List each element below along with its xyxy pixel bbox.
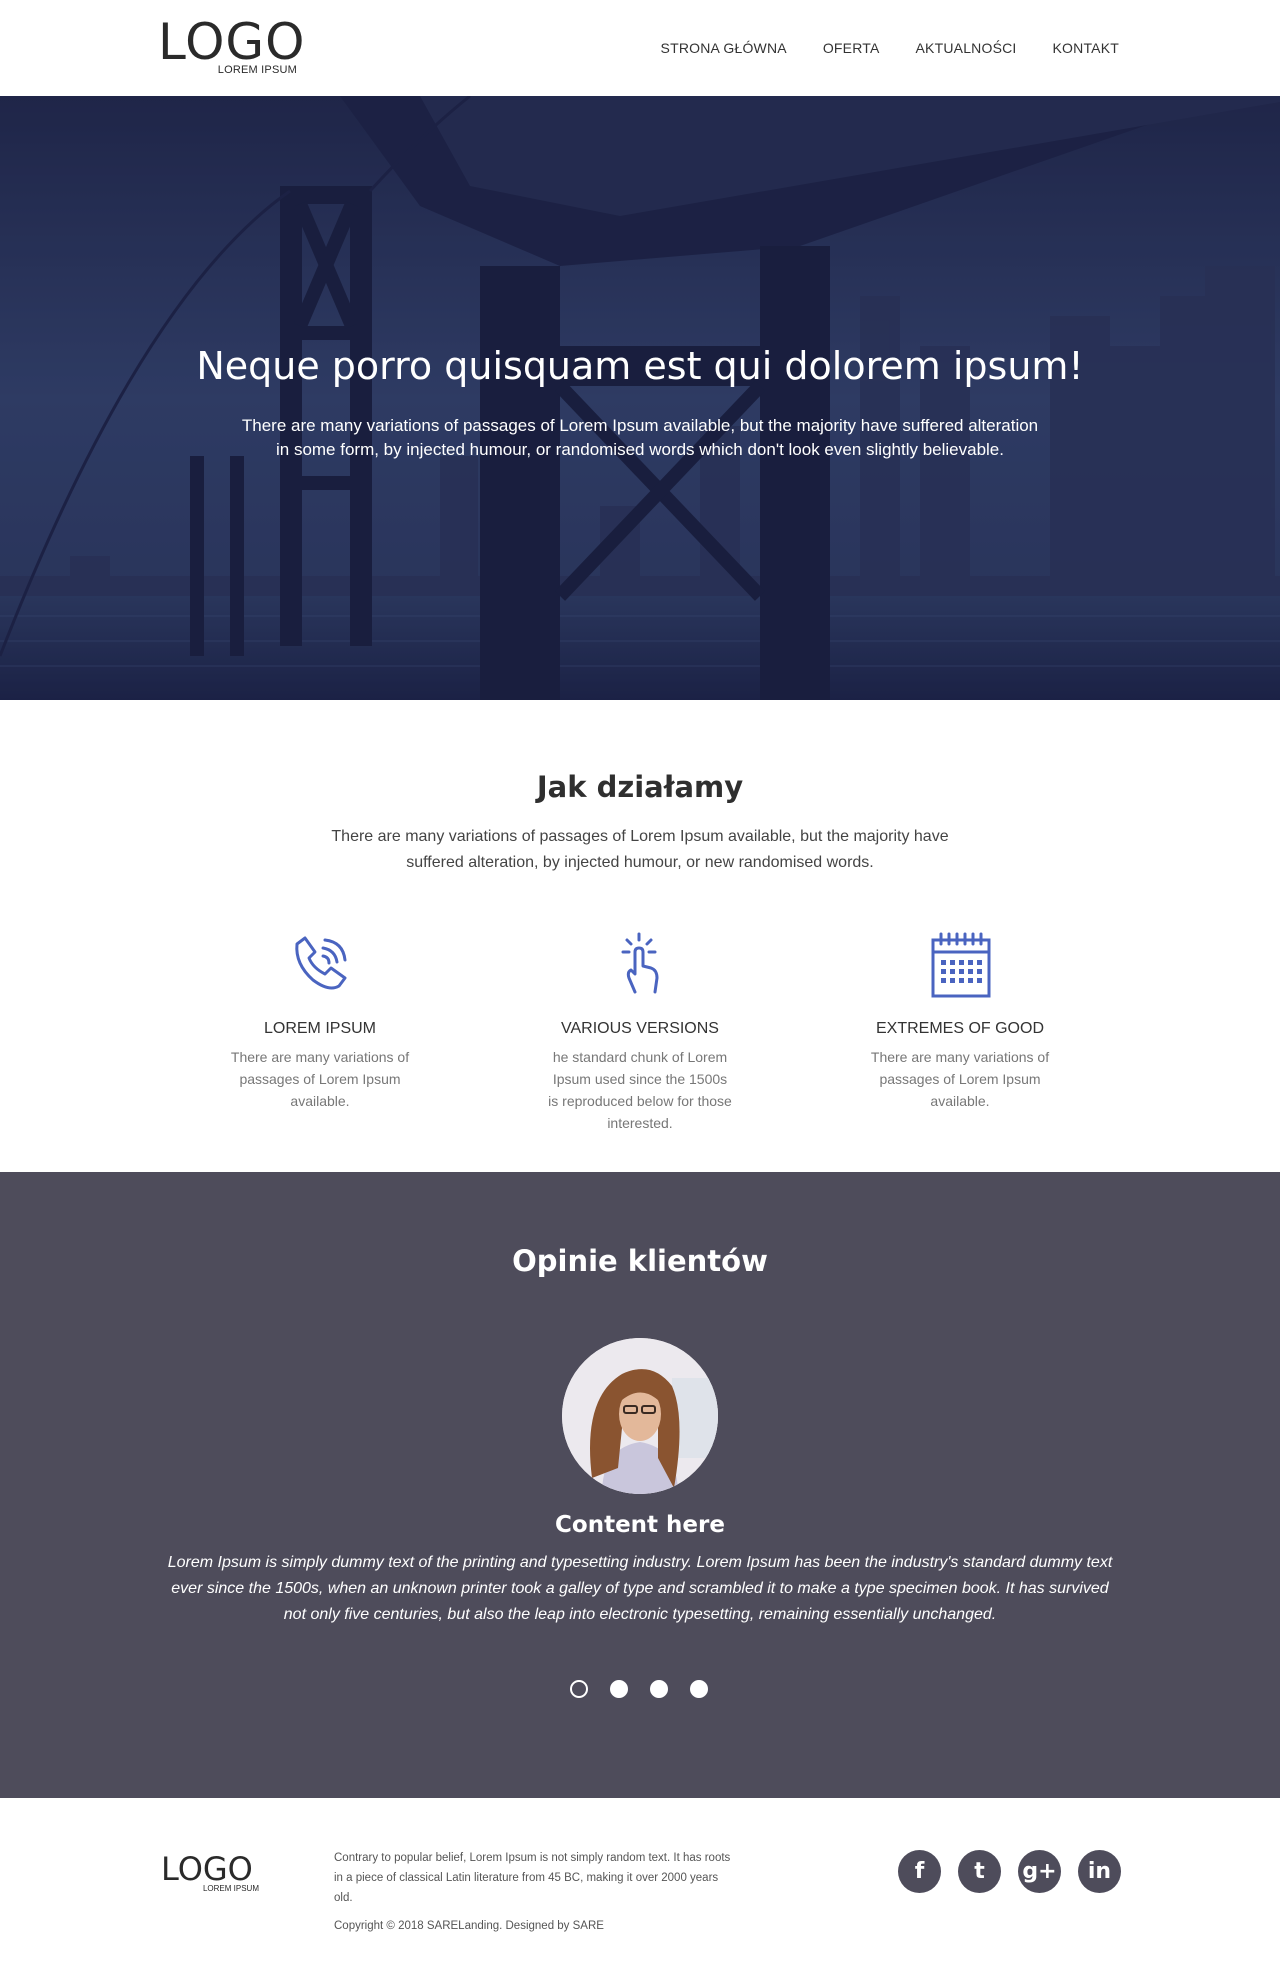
nav-item-contact[interactable]: KONTAKT [1053,40,1119,56]
social-links: f t g+ in [898,1850,1121,1893]
feature-card: EXTREMES OF GOOD There are many variatio… [845,930,1075,1112]
section-title: Opinie klientów [512,1244,768,1278]
feature-text: There are many variations of passages of… [870,1049,1050,1109]
hero-banner: Neque porro quisquam est qui dolorem ips… [0,96,1280,700]
linkedin-icon[interactable]: in [1078,1850,1121,1893]
footer-logo-subtext: LOREM IPSUM [202,1884,259,1893]
feature-text: There are many variations of passages of… [230,1049,410,1109]
section-text: There are many variations of passages of… [331,828,949,871]
calendar-icon [925,930,995,1000]
logo-text: LOGO [158,13,306,71]
carousel-dot-2[interactable] [610,1680,628,1698]
testimonial-name: Content here [555,1512,725,1538]
feature-title: EXTREMES OF GOOD [875,1020,1044,1037]
feature-card: LOREM IPSUM There are many variations of… [205,930,435,1112]
site-header: LOGO LOREM IPSUM STRONA GŁÓWNA OFERTA AK… [0,0,1280,96]
carousel-dot-4[interactable] [690,1680,708,1698]
tap-hand-icon [605,930,675,1000]
hero-title: Neque porro quisquam est qui dolorem ips… [196,344,1084,388]
testimonial-quote: Lorem Ipsum is simply dummy text of the … [167,1554,1113,1623]
nav-item-news[interactable]: AKTUALNOŚCI [916,40,1017,56]
site-footer: LOGO LOREM IPSUM Contrary to popular bel… [0,1798,1280,1963]
hero-bridge-image [0,96,1280,700]
facebook-icon[interactable]: f [898,1850,941,1893]
carousel-dot-3[interactable] [650,1680,668,1698]
carousel-dots [570,1680,708,1698]
feature-text: he standard chunk of Lorem Ipsum used si… [548,1049,732,1131]
google-plus-icon[interactable]: g+ [1018,1850,1061,1893]
copyright: Copyright © 2018 SARELanding. Designed b… [334,1920,604,1932]
avatar [562,1338,718,1494]
hero-text: There are many variations of passages of… [241,416,1039,459]
testimonials-section: Opinie klientów Content here Lorem Ipsum… [0,1172,1280,1798]
footer-description: Contrary to popular belief, Lorem Ipsum … [334,1852,731,1904]
nav-item-home[interactable]: STRONA GŁÓWNA [661,40,787,56]
feature-title: VARIOUS VERSIONS [561,1020,719,1037]
section-title: Jak działamy [536,770,744,804]
how-we-work-section: Jak działamy There are many variations o… [0,700,1280,1172]
carousel-dot-1[interactable] [570,1680,588,1698]
nav-item-offer[interactable]: OFERTA [823,40,880,56]
feature-title: LOREM IPSUM [263,1020,376,1037]
logo-subtext: LOREM IPSUM [217,64,297,76]
phone-icon [285,930,355,1000]
footer-logo[interactable]: LOGO LOREM IPSUM [161,1852,261,1896]
footer-logo-text: LOGO [161,1850,253,1888]
feature-card: VARIOUS VERSIONS he standard chunk of Lo… [525,930,755,1134]
main-nav: STRONA GŁÓWNA OFERTA AKTUALNOŚCI KONTAKT [661,40,1119,56]
logo[interactable]: LOGO LOREM IPSUM [158,13,306,80]
twitter-icon[interactable]: t [958,1850,1001,1893]
